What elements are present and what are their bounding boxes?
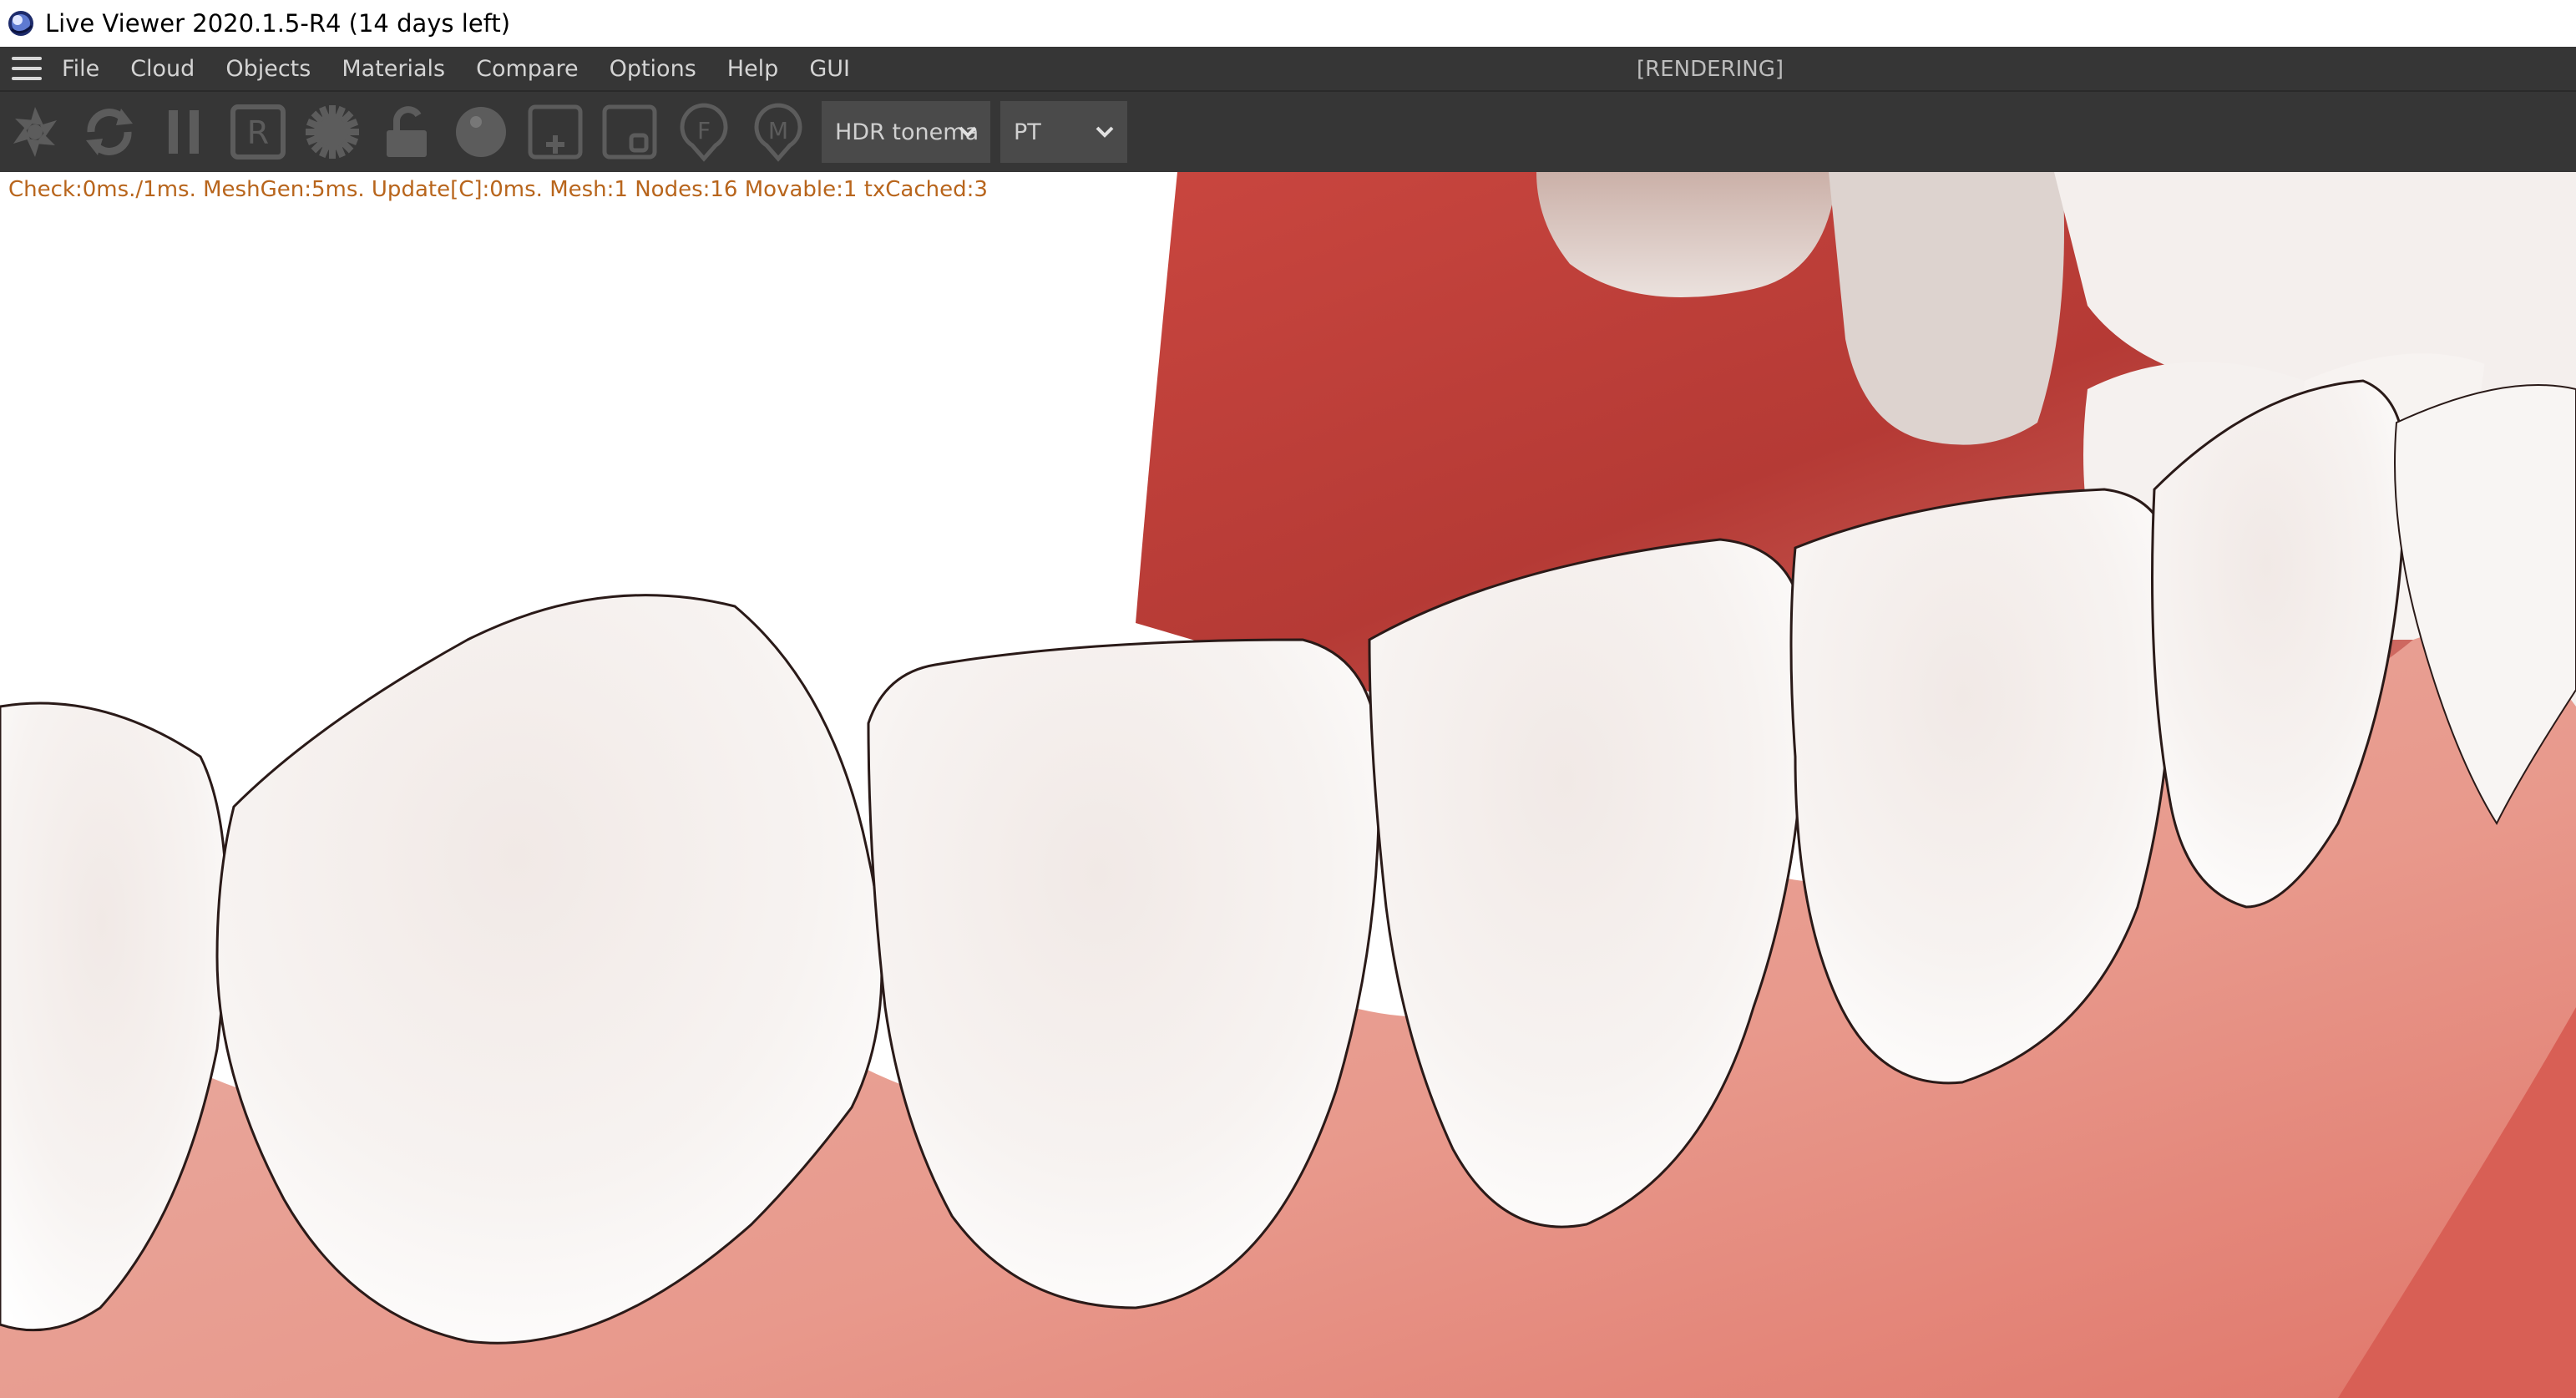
render-viewport[interactable]: Check:0ms./1ms. MeshGen:5ms. Update[C]:0…: [0, 172, 2576, 1398]
menu-file[interactable]: File: [62, 56, 99, 82]
render-mode-select[interactable]: PT: [1000, 101, 1127, 163]
region-icon[interactable]: [598, 100, 661, 164]
tonemap-select[interactable]: HDR tonema: [822, 101, 990, 163]
sphere-icon[interactable]: [449, 100, 513, 164]
menu-cloud[interactable]: Cloud: [130, 56, 195, 82]
f-pin-icon[interactable]: F: [672, 100, 736, 164]
toolbar: R F M HDR tonema PT: [0, 92, 2576, 172]
title-bar: Live Viewer 2020.1.5-R4 (14 days left): [0, 0, 2576, 47]
menu-materials[interactable]: Materials: [342, 56, 445, 82]
pause-icon[interactable]: [152, 100, 215, 164]
render-status: [RENDERING]: [1637, 57, 1784, 82]
cinema4d-logo-icon: [8, 11, 33, 36]
r-region-icon[interactable]: R: [226, 100, 290, 164]
m-pin-icon[interactable]: M: [746, 100, 810, 164]
svg-text:M: M: [768, 117, 788, 144]
menu-options[interactable]: Options: [610, 56, 696, 82]
gear-icon[interactable]: [301, 100, 364, 164]
add-region-icon[interactable]: [524, 100, 587, 164]
dental-render-image: [0, 172, 2576, 1398]
menu-bar: File Cloud Objects Materials Compare Opt…: [0, 47, 2576, 92]
menu-help[interactable]: Help: [727, 56, 779, 82]
refresh-icon[interactable]: [78, 100, 141, 164]
render-mode-select-value: PT: [1014, 119, 1041, 145]
menu-gui[interactable]: GUI: [809, 56, 850, 82]
svg-text:R: R: [247, 114, 269, 151]
chevron-down-icon: [959, 126, 977, 138]
hamburger-menu-icon[interactable]: [12, 57, 42, 80]
aperture-icon[interactable]: [3, 100, 67, 164]
menu-compare[interactable]: Compare: [476, 56, 578, 82]
svg-text:F: F: [697, 117, 711, 144]
window-title: Live Viewer 2020.1.5-R4 (14 days left): [45, 9, 511, 38]
render-stats-readout: Check:0ms./1ms. MeshGen:5ms. Update[C]:0…: [8, 177, 988, 202]
lock-icon[interactable]: [375, 100, 438, 164]
chevron-down-icon: [1096, 126, 1114, 138]
menu-objects[interactable]: Objects: [225, 56, 311, 82]
